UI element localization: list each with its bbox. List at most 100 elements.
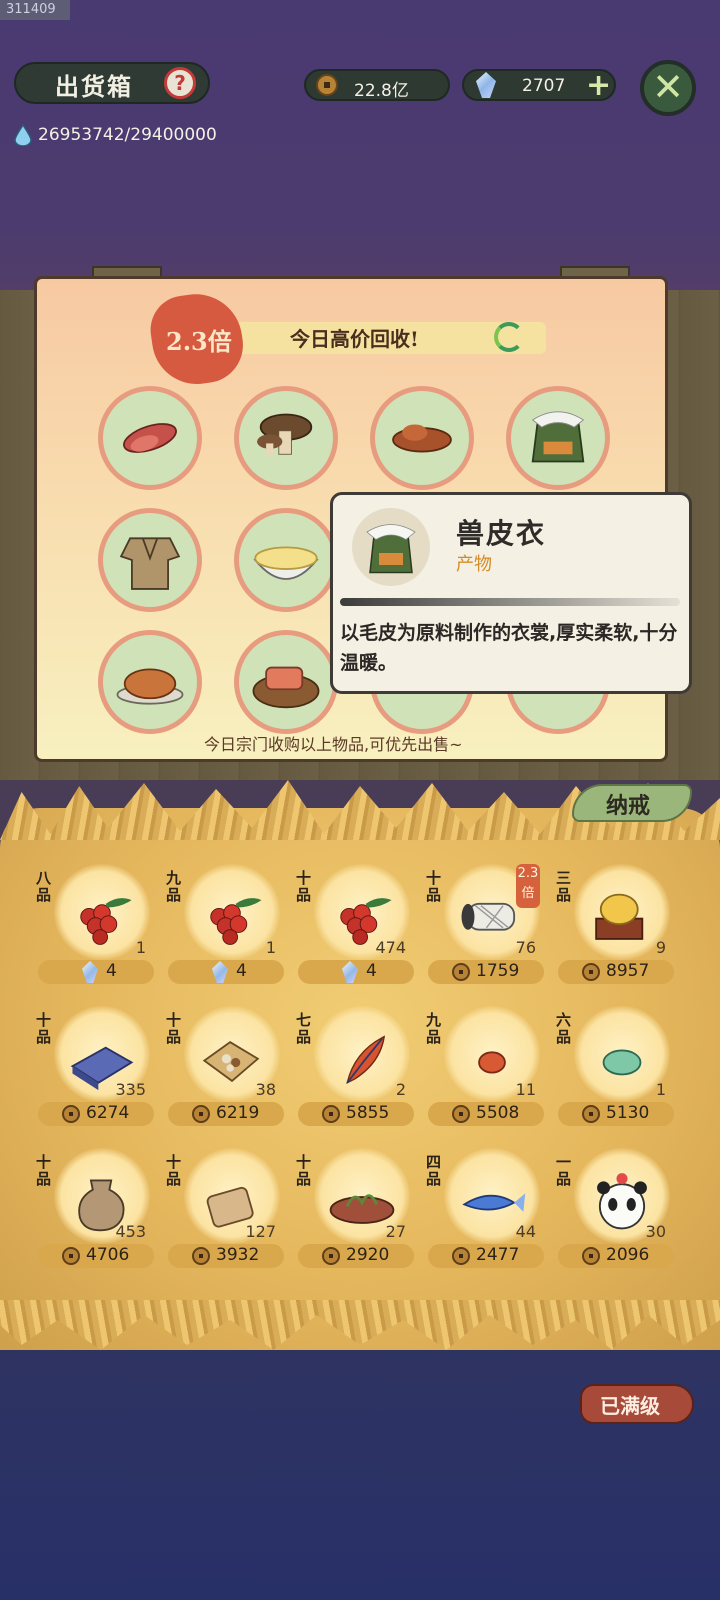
item-price: 4706 [86, 1245, 130, 1265]
coin-icon [452, 1105, 470, 1123]
roasted-tuber-icon [392, 424, 452, 453]
gem-balance-value: 2707 [522, 76, 566, 96]
inventory-item[interactable]: 八品 1 4 [36, 862, 156, 992]
item-quantity: 30 [645, 1222, 666, 1241]
cloth-robe-icon [119, 537, 181, 590]
item-price: 1759 [476, 961, 520, 981]
item-grade: 十品 [36, 1011, 52, 1046]
recycle-slot[interactable] [98, 508, 202, 612]
fur-coat-icon [366, 524, 416, 574]
recycle-slot[interactable] [234, 630, 338, 734]
fish-on-board-icon [252, 666, 320, 709]
item-quantity: 11 [515, 1080, 536, 1099]
tooltip-description: 以毛皮为原料制作的衣裳,厚实柔软,十分温暖。 [340, 622, 678, 674]
item-price: 5508 [476, 1103, 520, 1123]
inventory-item[interactable]: 九品 11 5508 [426, 1004, 546, 1134]
item-grade: 六品 [556, 1011, 572, 1046]
recycle-slot[interactable] [234, 386, 338, 490]
item-quantity: 335 [115, 1080, 146, 1099]
water-capacity-value: 26953742/29400000 [38, 125, 217, 145]
item-price: 6219 [216, 1103, 260, 1123]
item-grade: 三品 [556, 869, 572, 904]
item-quantity: 1 [655, 1080, 666, 1099]
item-grade: 十品 [296, 869, 312, 904]
coin-icon [582, 1247, 600, 1265]
coin-icon [322, 1247, 340, 1265]
inventory-item[interactable]: 三品 9 8957 [556, 862, 676, 992]
item-price: 2920 [346, 1245, 390, 1265]
inventory-item[interactable]: 十品 453 4706 [36, 1146, 156, 1276]
inventory-item[interactable]: 十品 335 6274 [36, 1004, 156, 1134]
item-quantity: 1 [135, 938, 146, 957]
coin-icon [192, 1105, 210, 1123]
item-grade: 十品 [426, 869, 442, 904]
coin-icon [452, 963, 470, 981]
inventory-item[interactable]: 六品 1 5130 [556, 1004, 676, 1134]
item-grade: 十品 [296, 1153, 312, 1188]
coin-icon [322, 1105, 340, 1123]
item-price: 5855 [346, 1103, 390, 1123]
item-price: 4 [106, 961, 117, 981]
item-price: 4 [236, 961, 247, 981]
max-level-label: 已满级 [600, 1394, 660, 1418]
item-grade: 七品 [296, 1011, 312, 1046]
build-id-tag: 311409 [0, 0, 70, 20]
inventory-item[interactable]: 九品 1 4 [166, 862, 286, 992]
coin-balance: 22.8亿 [304, 69, 450, 101]
tooltip-divider [340, 598, 680, 606]
item-quantity: 27 [385, 1222, 406, 1241]
recycle-slot[interactable] [98, 386, 202, 490]
straw-fringe [0, 1300, 720, 1350]
coin-icon [582, 963, 600, 981]
item-grade: 九品 [166, 869, 182, 904]
item-quantity: 9 [655, 938, 666, 957]
banner-title: 今日高价回收! [290, 327, 419, 351]
coin-balance-value: 22.8亿 [354, 81, 409, 101]
item-grade: 十品 [166, 1011, 182, 1046]
recycle-slot[interactable] [98, 630, 202, 734]
coin-icon [192, 1247, 210, 1265]
recycle-slot[interactable] [234, 508, 338, 612]
inventory-item[interactable]: 十品 127 3932 [166, 1146, 286, 1276]
item-grade: 八品 [36, 869, 52, 904]
sweet-potato-icon [123, 423, 177, 453]
recycle-slot[interactable] [370, 386, 474, 490]
item-quantity: 38 [255, 1080, 276, 1099]
inventory-item[interactable]: 一品 30 2096 [556, 1146, 676, 1276]
inventory-item[interactable]: 十品 474 4 [296, 862, 416, 992]
item-quantity: 453 [115, 1222, 146, 1241]
bonus-multiplier-badge: 2.3倍 [516, 864, 540, 908]
item-price: 8957 [606, 961, 650, 981]
item-grade: 十品 [166, 1153, 182, 1188]
tooltip-item-name: 兽皮衣 [456, 517, 547, 550]
item-price: 2477 [476, 1245, 520, 1265]
mushroom-icon [257, 413, 313, 457]
item-grade: 四品 [426, 1153, 442, 1188]
inventory-item[interactable]: 四品 44 2477 [426, 1146, 546, 1276]
item-quantity: 2 [395, 1080, 406, 1099]
add-gems-button[interactable]: + [586, 68, 611, 103]
tooltip-item-type: 产物 [456, 554, 492, 575]
spirit-gem-icon [476, 72, 496, 98]
fur-coat-icon [531, 411, 585, 463]
close-button[interactable]: ✕ [640, 60, 696, 116]
notice-footer-text: 今日宗门收购以上物品,可优先出售~ [204, 735, 463, 754]
recycle-slot[interactable] [506, 386, 610, 490]
roast-pig-icon [116, 668, 184, 705]
item-price: 4 [366, 961, 377, 981]
inventory-item[interactable]: 十品 38 6219 [166, 1004, 286, 1134]
inventory-item[interactable]: 七品 2 5855 [296, 1004, 416, 1134]
congee-bowl-icon [253, 546, 319, 580]
tooltip-item-frame [352, 508, 430, 586]
item-price: 2096 [606, 1245, 650, 1265]
water-drop-icon [14, 124, 32, 146]
coin-icon [316, 74, 338, 96]
item-grade: 十品 [36, 1153, 52, 1188]
inventory-item[interactable]: 十品 27 2920 [296, 1146, 416, 1276]
multiplier-text: 2.3倍 [166, 327, 232, 356]
coin-icon [452, 1247, 470, 1265]
help-icon[interactable]: ? [164, 67, 196, 99]
coin-icon [62, 1105, 80, 1123]
refresh-icon[interactable] [494, 322, 524, 352]
inventory-item[interactable]: 十品 76 1759 2.3倍 [426, 862, 546, 992]
